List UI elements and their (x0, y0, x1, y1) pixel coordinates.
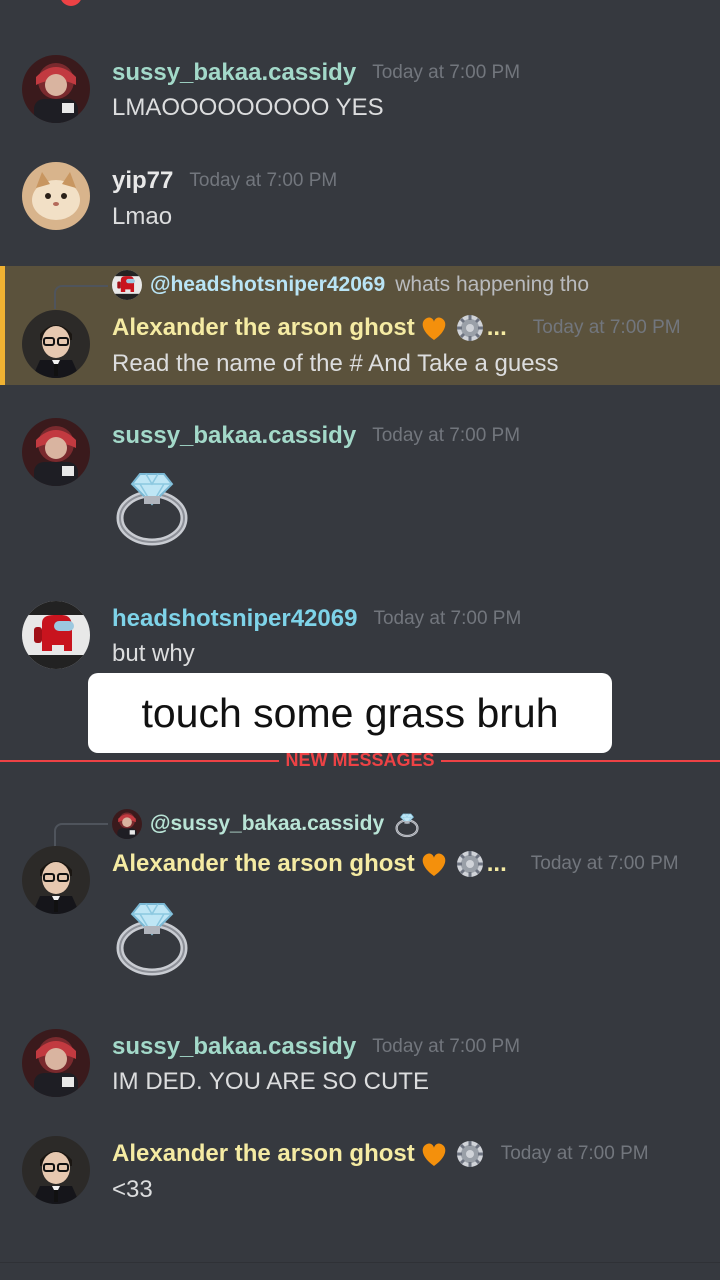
avatar-red-icon (112, 809, 142, 839)
message-text: but why (112, 640, 195, 667)
avatar-red-icon[interactable] (22, 418, 90, 486)
message-header: sussy_bakaa.cassidy Today at 7:00 PM (112, 419, 520, 453)
reply-preview[interactable]: @sussy_bakaa.cassidy (112, 809, 422, 839)
timestamp: Today at 7:00 PM (189, 170, 338, 191)
ring-icon[interactable] (112, 892, 198, 978)
orange-heart-icon (419, 1139, 449, 1169)
message-text: Read the name of the # And Take a guess (112, 350, 559, 377)
message-header: headshotsniper42069 Today at 7:00 PM (112, 602, 521, 636)
message-text: LMAOOOOOOOOO YES (112, 94, 384, 121)
avatar-impostor-icon (112, 270, 142, 300)
orange-heart-icon (419, 849, 449, 879)
gear-icon (455, 849, 485, 879)
reply-text: whats happening tho (395, 273, 590, 296)
avatar-red-icon[interactable] (22, 55, 90, 123)
video-caption: touch some grass bruh (88, 673, 612, 753)
avatar-impostor-icon[interactable] (22, 601, 90, 669)
message-text: IM DED. YOU ARE SO CUTE (112, 1068, 429, 1095)
reply-username[interactable]: @headshotsniper42069 (150, 273, 385, 297)
timestamp: Today at 7:00 PM (372, 62, 521, 83)
message-header: sussy_bakaa.cassidy Today at 7:00 PM (112, 56, 520, 90)
username[interactable]: headshotsniper42069 (112, 605, 357, 633)
name-ellipsis: ... (486, 850, 507, 877)
gear-icon (455, 313, 485, 343)
message-header: sussy_bakaa.cassidy Today at 7:00 PM (112, 1030, 520, 1064)
timestamp: Today at 7:00 PM (373, 608, 522, 629)
timestamp: Today at 7:00 PM (500, 1143, 649, 1164)
timestamp: Today at 7:00 PM (372, 1036, 521, 1057)
username[interactable]: sussy_bakaa.cassidy (112, 422, 356, 450)
mention-bar (0, 266, 5, 385)
message-header: Alexander the arson ghost ... Today at 7… (112, 847, 679, 881)
new-messages-label: NEW MESSAGES (0, 750, 720, 771)
top-edge (0, 0, 720, 8)
message-header: Alexander the arson ghost Today at 7:00 … (112, 1137, 649, 1171)
username[interactable]: yip77 (112, 167, 173, 195)
avatar-cat-icon[interactable] (22, 162, 90, 230)
message-text: <33 (112, 1176, 153, 1203)
ring-icon[interactable] (112, 462, 198, 548)
timestamp: Today at 7:00 PM (532, 317, 681, 338)
timestamp: Today at 7:00 PM (372, 425, 521, 446)
reply-connector (54, 823, 108, 847)
ring-icon (394, 810, 422, 838)
reply-connector (54, 285, 108, 309)
reply-username[interactable]: @sussy_bakaa.cassidy (150, 812, 384, 836)
message-text: Lmao (112, 203, 173, 230)
avatar-man-icon[interactable] (22, 846, 90, 914)
message-header: yip77 Today at 7:00 PM (112, 164, 337, 198)
reply-preview[interactable]: @headshotsniper42069 whats happening tho (112, 270, 589, 300)
avatar-man-icon[interactable] (22, 310, 90, 378)
username[interactable]: Alexander the arson ghost (112, 1140, 415, 1168)
avatar-man-icon[interactable] (22, 1136, 90, 1204)
chat-screen: sussy_bakaa.cassidy Today at 7:00 PM LMA… (0, 0, 720, 1280)
avatar-red-icon[interactable] (22, 1029, 90, 1097)
username[interactable]: sussy_bakaa.cassidy (112, 1033, 356, 1061)
timestamp: Today at 7:00 PM (530, 853, 679, 874)
message-header: Alexander the arson ghost ... Today at 7… (112, 311, 681, 345)
bottom-edge (0, 1262, 720, 1280)
username[interactable]: Alexander the arson ghost (112, 314, 415, 342)
gear-icon (455, 1139, 485, 1169)
username[interactable]: sussy_bakaa.cassidy (112, 59, 356, 87)
username[interactable]: Alexander the arson ghost (112, 850, 415, 878)
name-ellipsis: ... (486, 314, 507, 341)
orange-heart-icon (419, 313, 449, 343)
